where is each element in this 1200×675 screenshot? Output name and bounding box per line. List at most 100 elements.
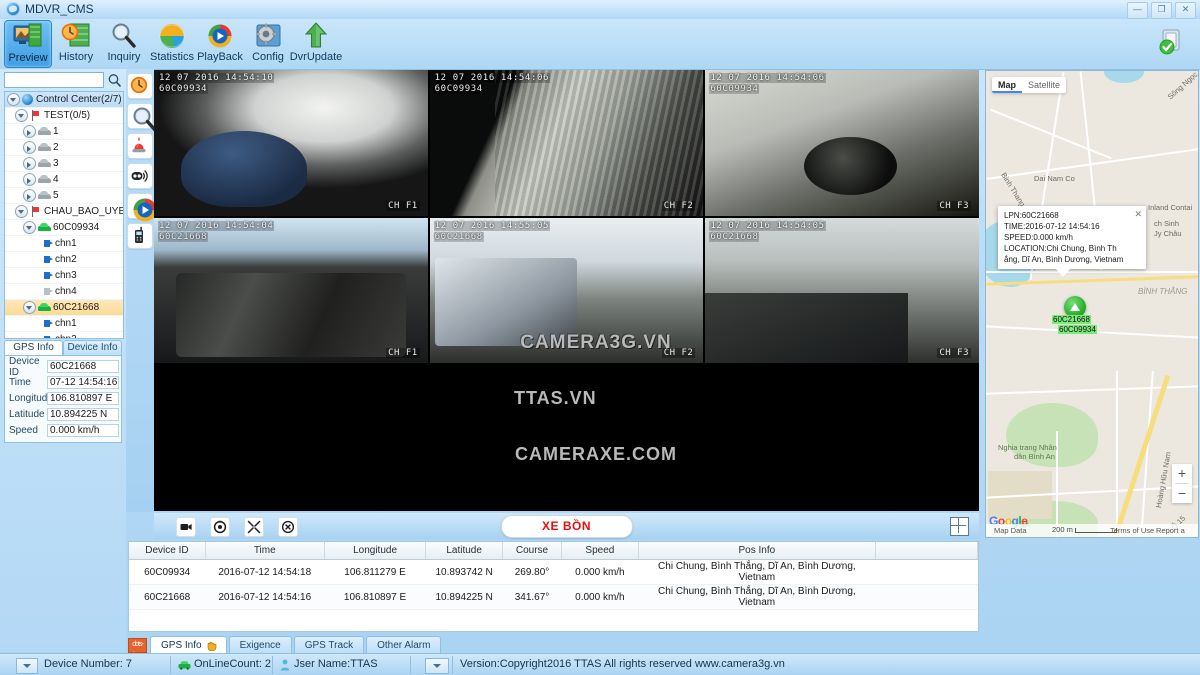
- tree-toggle-icon[interactable]: [7, 93, 20, 106]
- tree-toggle-icon[interactable]: [15, 109, 28, 122]
- bottom-tab-gps-track[interactable]: GPS Track: [293, 636, 365, 653]
- xe-bon-button[interactable]: XE BỒN: [500, 515, 633, 538]
- fullscreen-icon[interactable]: [244, 517, 264, 537]
- tree-toggle-icon[interactable]: [23, 301, 36, 314]
- bottom-tab-label: GPS Track: [304, 639, 354, 651]
- tree-node[interactable]: TEST(0/5): [5, 108, 123, 124]
- toolbar-item-preview[interactable]: Preview: [4, 20, 52, 68]
- terms-of-use-link[interactable]: Terms of Use: [1110, 524, 1154, 537]
- tree-node[interactable]: 60C09934: [5, 220, 123, 236]
- tree-toggle-icon[interactable]: [15, 205, 28, 218]
- tree-node[interactable]: 60C21668: [5, 300, 123, 316]
- alarm-light-icon[interactable]: [127, 133, 153, 159]
- tree-toggle-icon[interactable]: [23, 141, 36, 154]
- table-column-header[interactable]: [875, 542, 978, 560]
- status-dropdown[interactable]: [16, 658, 38, 674]
- toolbar-item-history[interactable]: History: [52, 20, 100, 68]
- video-cell[interactable]: 12 07 2016 14:54:06 60C09934 CH F2: [429, 70, 704, 216]
- info-window-close-icon[interactable]: ✕: [1134, 209, 1142, 220]
- tree-node[interactable]: Control Center(2/7): [5, 92, 123, 108]
- video-cell[interactable]: [429, 365, 704, 511]
- tree-node[interactable]: 2: [5, 140, 123, 156]
- map-label-inland-contai: Inland Contai: [1148, 203, 1193, 212]
- tree-node[interactable]: chn1: [5, 316, 123, 332]
- gps-tab-device-info[interactable]: Device Info: [63, 340, 122, 355]
- tree-node[interactable]: chn3: [5, 268, 123, 284]
- toolbar-item-statistics[interactable]: Statistics: [148, 20, 196, 68]
- table-cell: 2016-07-12 14:54:16: [205, 584, 325, 610]
- tree-toggle-icon[interactable]: [23, 157, 36, 170]
- device-online-icon[interactable]: [1154, 25, 1190, 61]
- video-cell[interactable]: [154, 365, 428, 511]
- table-column-header[interactable]: Device ID: [129, 542, 206, 560]
- close-button[interactable]: ✕: [1175, 2, 1196, 19]
- tree-node-label: chn1: [55, 318, 77, 329]
- channel-off-icon: [44, 288, 53, 295]
- record-camera-icon[interactable]: [176, 517, 196, 537]
- gps-field: Latitude 10.894225 N: [7, 407, 119, 422]
- magnifier-icon[interactable]: [127, 103, 157, 132]
- close-all-icon[interactable]: [278, 517, 298, 537]
- grid-layout-icon[interactable]: [950, 517, 969, 536]
- map-zoom-controls[interactable]: + −: [1172, 464, 1192, 503]
- video-cell[interactable]: 12 07 2016 14:54:10 60C09934 CH F1: [154, 70, 428, 216]
- search-input[interactable]: [4, 72, 104, 88]
- video-cell[interactable]: 12 07 2016 14:54:04 60C21668 CH F1: [154, 217, 428, 364]
- snapshot-icon[interactable]: [210, 517, 230, 537]
- tree-node[interactable]: chn2: [5, 252, 123, 268]
- map-panel[interactable]: Map Satellite Sông Ngọc Dai Nam Co Binh …: [985, 70, 1199, 538]
- tree-toggle-icon[interactable]: [23, 189, 36, 202]
- table-column-header[interactable]: Course: [502, 542, 563, 560]
- toolbar-item-playback[interactable]: PlayBack: [196, 20, 244, 68]
- minimize-button[interactable]: —: [1127, 2, 1148, 19]
- video-cell[interactable]: 12 07 2016 14:55:05 60C21668 CH F2: [429, 217, 704, 364]
- tree-node[interactable]: 3: [5, 156, 123, 172]
- tree-node[interactable]: chn2: [5, 332, 123, 338]
- map-type-map[interactable]: Map: [992, 77, 1022, 93]
- gps-data-table[interactable]: Device ID Time Longitude Latitude Course Spee…: [128, 541, 979, 632]
- tree-toggle-icon[interactable]: [23, 221, 36, 234]
- table-column-header[interactable]: Longitude: [324, 542, 427, 560]
- play-circle-icon[interactable]: [127, 193, 157, 222]
- bottom-tabs: GPS Info Exigence GPS Track Other Alarm: [150, 636, 443, 653]
- video-cell[interactable]: [705, 365, 979, 511]
- tree-node[interactable]: chn1: [5, 236, 123, 252]
- video-cell[interactable]: 12 07 2016 14:54:05 60C21668 CH F3: [705, 217, 979, 364]
- tree-node[interactable]: 1: [5, 124, 123, 140]
- table-column-header[interactable]: Latitude: [425, 542, 503, 560]
- tree-toggle-icon[interactable]: [23, 125, 36, 138]
- table-row[interactable]: 60C09934 2016-07-12 14:54:18 106.811279 E1…: [129, 559, 978, 585]
- status-dropdown-2[interactable]: [425, 658, 449, 674]
- tree-node[interactable]: 5: [5, 188, 123, 204]
- table-column-header[interactable]: Speed: [561, 542, 639, 560]
- channel-on-icon: [44, 336, 53, 338]
- report-map-error-link[interactable]: Report a map error: [1156, 524, 1198, 537]
- video-cell[interactable]: 12 07 2016 14:54:06 60C09934 CH F3: [705, 70, 979, 216]
- table-column-header[interactable]: Time: [205, 542, 325, 560]
- remote-control-icon[interactable]: [127, 163, 153, 189]
- tree-node[interactable]: 4: [5, 172, 123, 188]
- left-panel: Control Center(2/7) TEST(0/5) 1 2 3 4 5 CHAU_BA…: [0, 69, 126, 652]
- dots-icon[interactable]: dots-icon: [128, 638, 147, 659]
- search-icon[interactable]: [107, 73, 122, 88]
- map-type-satellite[interactable]: Satellite: [1022, 77, 1066, 93]
- zoom-in-button[interactable]: +: [1172, 464, 1192, 483]
- table-row[interactable]: 60C21668 2016-07-12 14:54:16 106.810897 E1…: [129, 584, 978, 610]
- bottom-tab-other-alarm[interactable]: Other Alarm: [366, 636, 442, 653]
- map-type-switch[interactable]: Map Satellite: [992, 77, 1067, 93]
- maximize-button[interactable]: ❐: [1151, 2, 1172, 19]
- tree-node[interactable]: CHAU_BAO_UYEN(2/2): [5, 204, 123, 220]
- bottom-tab-exigence[interactable]: Exigence: [228, 636, 292, 653]
- tree-node[interactable]: chn4: [5, 284, 123, 300]
- zoom-out-button[interactable]: −: [1172, 484, 1192, 503]
- gps-tab-gps-info[interactable]: GPS Info: [4, 340, 63, 355]
- toolbar-item-dvrupdate[interactable]: DvrUpdate: [290, 20, 342, 68]
- toolbar-item-config[interactable]: Config: [244, 20, 292, 68]
- walkie-talkie-icon[interactable]: [127, 223, 153, 249]
- bottom-tab-gps-info[interactable]: GPS Info: [150, 636, 227, 653]
- table-column-header[interactable]: Pos Info: [638, 542, 877, 560]
- device-tree[interactable]: Control Center(2/7) TEST(0/5) 1 2 3 4 5 CHAU_BA…: [4, 91, 124, 339]
- history-clock-icon[interactable]: [127, 73, 153, 99]
- tree-toggle-icon[interactable]: [23, 173, 36, 186]
- toolbar-item-inquiry[interactable]: Inquiry: [100, 20, 148, 68]
